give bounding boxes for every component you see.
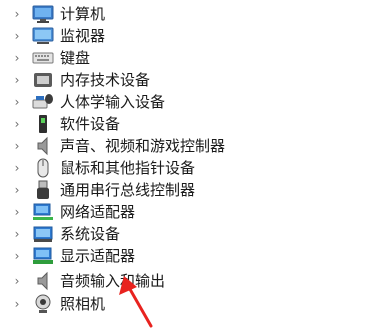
chevron-right-icon[interactable]: ›: [12, 7, 22, 21]
computer-icon: [32, 4, 54, 24]
chevron-right-icon[interactable]: ›: [12, 183, 22, 197]
tree-item-memory-technology[interactable]: › 内存技术设备: [0, 69, 373, 91]
tree-item-label: 照相机: [60, 295, 106, 313]
tree-item-sound-video-game[interactable]: › 声音、视频和游戏控制器: [0, 135, 373, 157]
chevron-right-icon[interactable]: ›: [12, 161, 22, 175]
tree-item-label: 人体学输入设备: [60, 93, 166, 111]
chevron-right-icon[interactable]: ›: [12, 227, 22, 241]
speaker-icon: [32, 136, 54, 156]
monitor-icon: [32, 26, 54, 46]
chevron-right-icon[interactable]: ›: [12, 29, 22, 43]
chevron-right-icon[interactable]: ›: [12, 249, 22, 263]
mouse-icon: [32, 158, 54, 178]
tree-item-network-adapters[interactable]: › 网络适配器: [0, 201, 373, 223]
tree-item-label: 鼠标和其他指针设备: [60, 159, 196, 177]
chevron-right-icon[interactable]: ›: [12, 139, 22, 153]
tree-item-hid[interactable]: › 人体学输入设备: [0, 91, 373, 113]
tree-item-label: 内存技术设备: [60, 71, 151, 89]
chevron-right-icon[interactable]: ›: [12, 297, 22, 311]
chevron-right-icon[interactable]: ›: [12, 51, 22, 65]
chevron-right-icon[interactable]: ›: [12, 274, 22, 288]
tree-item-display-adapters[interactable]: › 显示适配器: [0, 245, 373, 267]
usb-icon: [32, 180, 54, 200]
tree-item-monitor[interactable]: › 监视器: [0, 25, 373, 47]
tree-item-label: 通用串行总线控制器: [60, 181, 196, 199]
keyboard-icon: [32, 48, 54, 68]
tree-item-system-devices[interactable]: › 系统设备: [0, 223, 373, 245]
tree-item-computer[interactable]: › 计算机: [0, 3, 373, 25]
tree-item-label: 监视器: [60, 27, 106, 45]
hid-icon: [32, 92, 54, 112]
software-device-icon: [32, 114, 54, 134]
display-adapter-icon: [32, 246, 54, 266]
tree-item-camera[interactable]: › 照相机: [0, 293, 373, 315]
tree-item-label: 系统设备: [60, 225, 121, 243]
tree-item-label: 声音、视频和游戏控制器: [60, 137, 226, 155]
system-device-icon: [32, 224, 54, 244]
tree-item-label: 网络适配器: [60, 203, 136, 221]
chevron-right-icon[interactable]: ›: [12, 95, 22, 109]
tree-item-label: 显示适配器: [60, 247, 136, 265]
tree-item-keyboard[interactable]: › 键盘: [0, 47, 373, 69]
network-adapter-icon: [32, 202, 54, 222]
tree-item-usb-controllers[interactable]: › 通用串行总线控制器: [0, 179, 373, 201]
tree-item-label: 键盘: [60, 49, 91, 67]
audio-io-icon: [32, 271, 54, 291]
memory-device-icon: [32, 70, 54, 90]
tree-item-label: 软件设备: [60, 115, 121, 133]
tree-item-software-device[interactable]: › 软件设备: [0, 113, 373, 135]
tree-item-label: 音频输入和输出: [60, 272, 166, 290]
chevron-right-icon[interactable]: ›: [12, 117, 22, 131]
chevron-right-icon[interactable]: ›: [12, 205, 22, 219]
chevron-right-icon[interactable]: ›: [12, 73, 22, 87]
tree-item-mouse[interactable]: › 鼠标和其他指针设备: [0, 157, 373, 179]
tree-item-audio-io[interactable]: › 音频输入和输出: [0, 270, 373, 292]
tree-item-label: 计算机: [60, 5, 106, 23]
camera-icon: [32, 294, 54, 314]
